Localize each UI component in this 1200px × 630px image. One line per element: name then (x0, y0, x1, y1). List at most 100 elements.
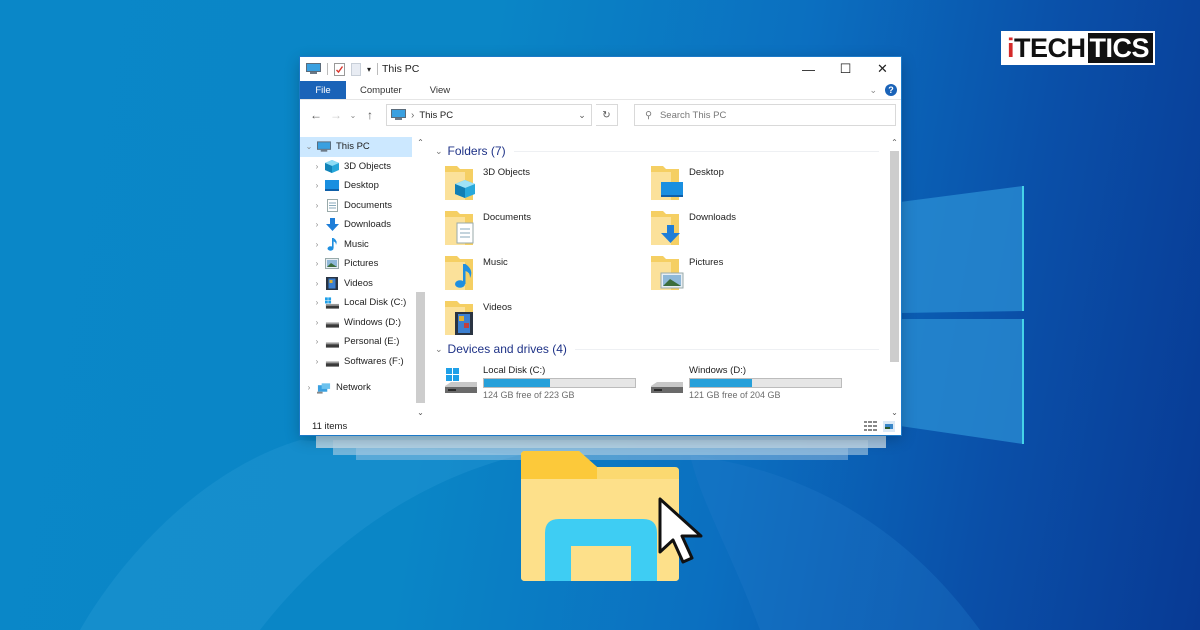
collapsed-chevron-icon[interactable]: › (312, 318, 322, 327)
scroll-down-icon[interactable]: ⌄ (888, 408, 901, 417)
windows-drive-icon (325, 297, 339, 309)
nav-item[interactable]: › Pictures (300, 254, 427, 274)
back-button[interactable]: ← (308, 108, 324, 122)
group-header-drives[interactable]: ⌄ Devices and drives (4) (435, 339, 901, 359)
tab-file[interactable]: File (300, 81, 346, 99)
new-folder-icon[interactable] (351, 62, 361, 76)
nav-item[interactable]: › Documents (300, 196, 427, 216)
close-button[interactable]: ✕ (864, 57, 901, 81)
group-header-folders[interactable]: ⌄ Folders (7) (435, 141, 901, 161)
drive-icon (325, 355, 339, 367)
collapsed-chevron-icon[interactable]: › (312, 259, 322, 268)
drive-tile[interactable]: Windows (D:) 121 GB free of 204 GB (649, 362, 855, 402)
large-icons-view-icon[interactable] (883, 421, 895, 432)
customize-toolbar-icon[interactable]: ▾ (367, 65, 371, 74)
folder-tile[interactable]: Documents (443, 209, 649, 245)
content-pane: ⌄ Folders (7) 3D Objects Desktop Documents… (427, 137, 901, 418)
folder-icon (649, 254, 685, 295)
scroll-up-icon[interactable]: ⌃ (414, 138, 427, 147)
collapsed-chevron-icon[interactable]: › (312, 220, 322, 229)
collapsed-chevron-icon[interactable]: › (312, 357, 322, 366)
expand-ribbon-icon[interactable]: ⌄ (869, 85, 877, 96)
tab-computer[interactable]: Computer (346, 81, 416, 99)
scroll-up-icon[interactable]: ⌃ (888, 138, 901, 147)
search-input[interactable]: ⚲ Search This PC (634, 104, 896, 126)
drive-free-space: 121 GB free of 204 GB (689, 389, 781, 400)
folder-tile[interactable]: Videos (443, 299, 649, 335)
nav-item[interactable]: › 3D Objects (300, 157, 427, 177)
nav-item[interactable]: › Personal (E:) (300, 332, 427, 352)
recent-locations-button[interactable]: ⌄ (348, 111, 358, 120)
drive-info: Local Disk (C:) 124 GB free of 223 GB (483, 365, 636, 400)
itechtics-logo: i TECH TICS (1001, 31, 1156, 65)
folder-tile[interactable]: Pictures (649, 254, 855, 290)
nav-item[interactable]: › Music (300, 235, 427, 255)
maximize-button[interactable]: ☐ (827, 57, 864, 81)
address-dropdown-button[interactable]: ⌄ (573, 110, 591, 121)
breadcrumb-separator[interactable]: › (411, 110, 414, 121)
nav-pane-scrollbar[interactable]: ⌃ ⌄ (414, 137, 427, 418)
nav-item[interactable]: › Downloads (300, 215, 427, 235)
nav-item-label: Local Disk (C:) (344, 297, 407, 309)
title-bar: ▾ This PC — ☐ ✕ (300, 57, 901, 81)
folder-tile[interactable]: Music (443, 254, 649, 290)
nav-item[interactable]: › Windows (D:) (300, 313, 427, 333)
minimize-button[interactable]: — (790, 57, 827, 81)
folder-tile[interactable]: Downloads (649, 209, 855, 245)
scrollbar-thumb[interactable] (416, 292, 425, 403)
collapsed-chevron-icon[interactable]: › (312, 279, 322, 288)
collapsed-chevron-icon[interactable]: › (312, 240, 322, 249)
details-view-icon[interactable] (864, 421, 877, 432)
drive-usage-bar (689, 377, 842, 388)
up-button[interactable]: ↑ (362, 108, 378, 122)
mouse-cursor-icon (658, 497, 703, 564)
collapsed-chevron-icon[interactable]: › (304, 383, 314, 392)
folder-tile[interactable]: 3D Objects (443, 164, 649, 200)
this-pc-icon (306, 63, 321, 74)
collapsed-chevron-icon[interactable]: › (312, 337, 322, 346)
search-placeholder: Search This PC (659, 109, 727, 121)
music-icon (325, 237, 339, 251)
nav-item-label: Music (344, 238, 369, 250)
help-icon[interactable]: ? (885, 84, 897, 96)
drive-info: Windows (D:) 121 GB free of 204 GB (689, 365, 842, 400)
collapse-group-icon[interactable]: ⌄ (435, 146, 443, 157)
status-bar: 11 items (300, 418, 901, 435)
nav-item[interactable]: › Videos (300, 274, 427, 294)
nav-item[interactable]: › Desktop (300, 176, 427, 196)
group-title: Folders (7) (447, 144, 506, 158)
group-divider (574, 348, 879, 350)
expanded-chevron-icon[interactable]: ⌄ (304, 142, 314, 151)
folder-tile[interactable]: Desktop (649, 164, 855, 200)
nav-item[interactable]: › Local Disk (C:) (300, 293, 427, 313)
scrollbar-thumb[interactable] (890, 151, 899, 362)
nav-item-network[interactable]: › Network (300, 378, 427, 398)
nav-item-label: Network (336, 382, 371, 394)
tab-view[interactable]: View (416, 81, 464, 99)
nav-item-label: Pictures (344, 258, 379, 270)
nav-item[interactable]: › Softwares (F:) (300, 352, 427, 372)
address-bar[interactable]: › This PC ⌄ (386, 104, 592, 126)
ribbon-tabs: File Computer View ⌄ ? (300, 81, 901, 100)
collapsed-chevron-icon[interactable]: › (312, 162, 322, 171)
collapsed-chevron-icon[interactable]: › (312, 181, 322, 190)
scroll-down-icon[interactable]: ⌄ (414, 408, 427, 417)
folder-label: 3D Objects (483, 167, 530, 178)
breadcrumb-this-pc[interactable]: This PC (419, 110, 453, 121)
forward-button[interactable]: → (328, 108, 344, 122)
folder-label: Documents (483, 212, 532, 223)
collapsed-chevron-icon[interactable]: › (312, 201, 322, 210)
drive-label: Windows (D:) (689, 364, 747, 376)
properties-icon[interactable] (334, 62, 345, 76)
nav-item-label: Videos (344, 277, 373, 289)
search-icon: ⚲ (645, 109, 652, 121)
desktop-icon (325, 180, 339, 192)
collapse-group-icon[interactable]: ⌄ (435, 344, 443, 355)
drive-tile[interactable]: Local Disk (C:) 124 GB free of 223 GB (443, 362, 649, 402)
drive-usage-fill (484, 378, 551, 387)
collapsed-chevron-icon[interactable]: › (312, 298, 322, 307)
content-scrollbar[interactable]: ⌃ ⌄ (888, 137, 901, 418)
nav-item-this-pc[interactable]: ⌄ This PC (300, 137, 412, 157)
nav-item-label: Documents (344, 199, 393, 211)
refresh-button[interactable]: ↻ (596, 104, 618, 126)
